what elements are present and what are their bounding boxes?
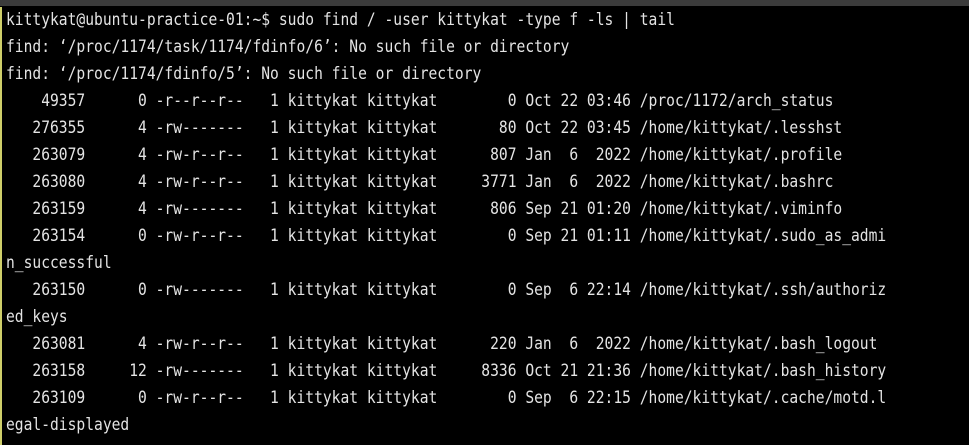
terminal-left-edge [0, 7, 2, 445]
terminal-result-line: 263159 4 -rw------- 1 kittykat kittykat … [6, 199, 843, 219]
window-top-bar [0, 0, 969, 6]
terminal-wrapped-line: egal-displayed [6, 415, 130, 435]
terminal-result-line: 263079 4 -rw-r--r-- 1 kittykat kittykat … [6, 145, 843, 165]
terminal-output[interactable]: kittykat@ubuntu-practice-01:~$ sudo find… [0, 7, 969, 445]
terminal-error-line: find: ‘/proc/1174/fdinfo/5’: No such fil… [6, 64, 482, 84]
terminal-result-line: 263109 0 -rw-r--r-- 1 kittykat kittykat … [6, 388, 887, 408]
terminal-result-line: 263080 4 -rw-r--r-- 1 kittykat kittykat … [6, 172, 834, 192]
terminal-wrapped-line: n_successful [6, 253, 112, 273]
terminal-result-line: 263150 0 -rw------- 1 kittykat kittykat … [6, 280, 887, 300]
terminal-command-line: kittykat@ubuntu-practice-01:~$ sudo find… [6, 10, 675, 30]
terminal-result-line: 263154 0 -rw-r--r-- 1 kittykat kittykat … [6, 226, 887, 246]
terminal-result-line: 263081 4 -rw-r--r-- 1 kittykat kittykat … [6, 334, 878, 354]
terminal-wrapped-line: ed_keys [6, 307, 68, 327]
terminal-result-line: 49357 0 -r--r--r-- 1 kittykat kittykat 0… [6, 91, 834, 111]
terminal-error-line: find: ‘/proc/1174/task/1174/fdinfo/6’: N… [6, 37, 570, 57]
terminal-result-line: 263158 12 -rw------- 1 kittykat kittykat… [6, 361, 887, 381]
terminal-result-line: 276355 4 -rw------- 1 kittykat kittykat … [6, 118, 843, 138]
